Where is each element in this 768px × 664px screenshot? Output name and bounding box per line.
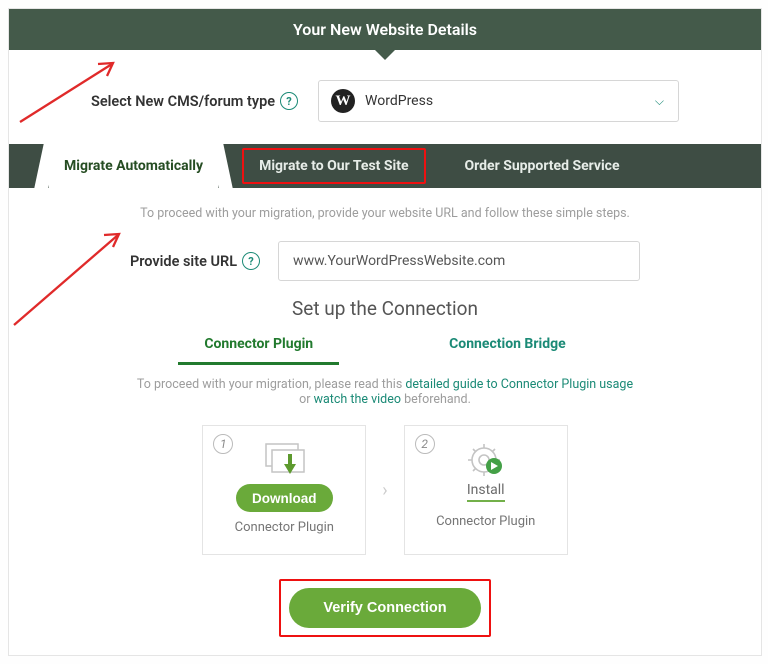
guide-text: To proceed with your migration, please r… — [9, 377, 761, 407]
help-icon[interactable]: ? — [280, 92, 298, 110]
annotation-arrow — [0, 215, 130, 335]
tab-order-supported[interactable]: Order Supported Service — [450, 144, 635, 188]
step-label: Connector Plugin — [235, 520, 334, 535]
step-label: Connector Plugin — [436, 514, 535, 529]
annotation-arrow — [8, 50, 128, 130]
site-url-input[interactable] — [278, 241, 640, 281]
verify-highlight: Verify Connection — [279, 579, 490, 637]
tab-migrate-test-site[interactable]: Migrate to Our Test Site — [242, 148, 425, 184]
step-number: 2 — [415, 434, 435, 454]
cms-selected-value: WordPress — [365, 93, 433, 109]
download-folder-icon — [260, 438, 308, 480]
install-link[interactable]: Install — [467, 482, 505, 502]
chevron-right-icon: › — [382, 480, 387, 501]
subtab-connection-bridge[interactable]: Connection Bridge — [423, 326, 592, 365]
tab-migrate-auto[interactable]: Migrate Automatically — [49, 144, 218, 188]
wordpress-icon: W — [331, 89, 355, 113]
subtab-connector-plugin[interactable]: Connector Plugin — [178, 326, 339, 365]
chevron-down-icon: ⌵ — [655, 94, 664, 109]
install-gear-icon — [462, 438, 510, 482]
link-watch-video[interactable]: watch the video — [314, 392, 401, 407]
help-icon[interactable]: ? — [242, 252, 260, 270]
cms-type-select[interactable]: W WordPress ⌵ — [318, 80, 679, 122]
step-install[interactable]: 2 Install Connector Plugin — [404, 425, 568, 555]
main-tabs: Migrate Automatically Migrate to Our Tes… — [9, 144, 761, 188]
verify-connection-button[interactable]: Verify Connection — [289, 588, 480, 628]
site-url-label: Provide site URL ? — [130, 252, 260, 270]
download-button[interactable]: Download — [236, 484, 333, 512]
link-detailed-guide[interactable]: detailed guide to Connector Plugin usage — [405, 377, 633, 392]
header-title: Your New Website Details — [9, 9, 761, 50]
setup-steps: 1 Download Connector Plugin › 2 — [9, 425, 761, 555]
step-number: 1 — [213, 434, 233, 454]
step-download: 1 Download Connector Plugin — [202, 425, 366, 555]
